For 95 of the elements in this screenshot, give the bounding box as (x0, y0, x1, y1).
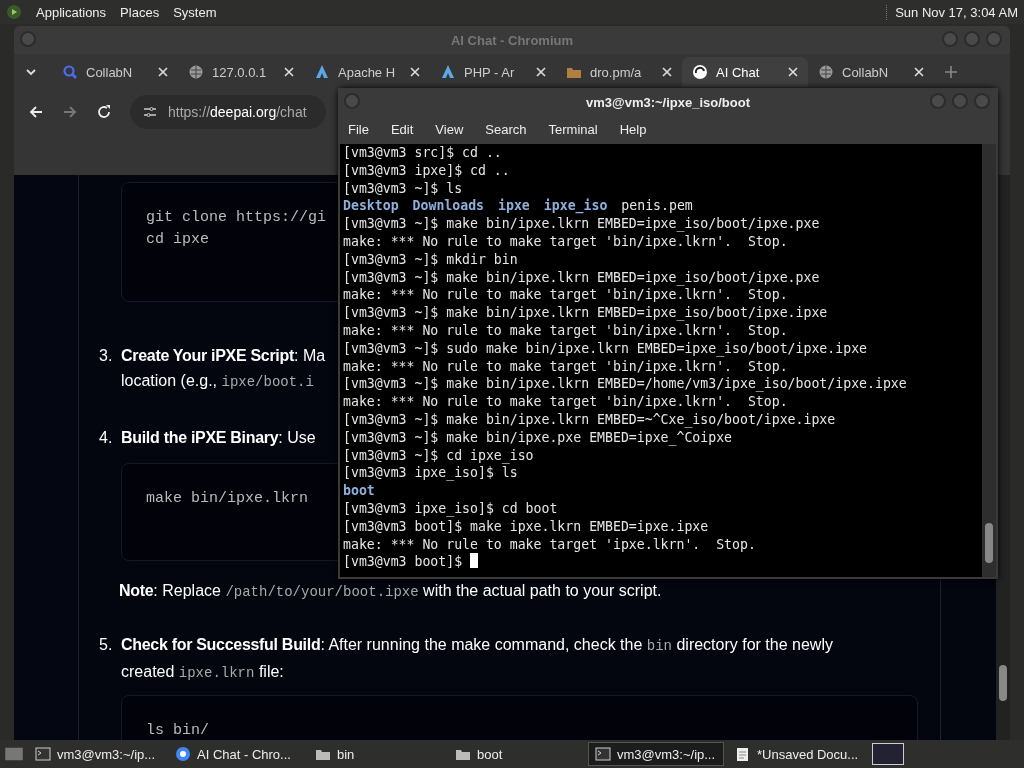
reload-icon[interactable] (96, 104, 112, 120)
close-icon[interactable] (662, 67, 672, 77)
taskbar-item[interactable]: *Unsaved Docu... (728, 742, 864, 766)
close-icon[interactable] (410, 67, 420, 77)
paragraph-line: Check for Successful Build: After running the make command, check the bin directory for the newly (121, 635, 833, 656)
list-number: 5. (99, 635, 114, 655)
terminal-line: make: *** No rule to make target 'bin/ipxe.lkrn'. Stop. (343, 286, 789, 305)
terminal-line: [vm3@vm3 src]$ cd .. (343, 144, 503, 162)
address-bar[interactable]: https://deepai.org/chat (130, 95, 326, 129)
terminal-icon (35, 746, 51, 762)
menu-item[interactable]: File (348, 121, 369, 137)
search-icon (62, 64, 78, 80)
site-settings-icon (142, 104, 158, 120)
terminal-icon (595, 746, 611, 762)
browser-tab[interactable]: CollabN (808, 57, 934, 87)
scrollbar[interactable] (996, 175, 1010, 740)
window-title: AI Chat - Chromium (450, 32, 574, 48)
logo-icon (6, 4, 22, 20)
back-icon[interactable] (28, 104, 44, 120)
terminal-line: [vm3@vm3 ipxe_iso]$ ls (343, 464, 519, 483)
url-text: https://deepai.org/chat (168, 104, 307, 120)
menu-item[interactable]: Terminal (548, 121, 598, 137)
globe-icon (818, 64, 834, 80)
close-icon[interactable] (914, 67, 924, 77)
browser-tab[interactable]: Apache H (304, 57, 430, 87)
terminal-line: [vm3@vm3 ~]$ ls (343, 179, 464, 198)
terminal-line: make: *** No rule to make target 'bin/ipxe.lkrn'. Stop. (343, 357, 789, 376)
cursor (470, 553, 479, 569)
terminal-prompt: [vm3@vm3 boot]$ (343, 553, 464, 572)
browser-tab[interactable]: CollabN (52, 57, 178, 87)
terminal-line: [vm3@vm3 ~]$ sudo make bin/ipxe.lkrn EMBED=ipxe_iso/boot/ipxe.ipxe (343, 339, 868, 358)
menu-item[interactable]: Edit (390, 121, 414, 137)
terminal-line: make: *** No rule to make target 'bin/ipxe.lkrn'. Stop. (343, 393, 789, 411)
terminal-line: make: *** No rule to make target 'ipxe.lkrn'. Stop. (343, 535, 757, 554)
terminal-line: [vm3@vm3 ~]$ cd ipxe_iso (343, 446, 535, 465)
scrollbar[interactable] (982, 144, 996, 577)
browser-tab[interactable]: dro.pm/a (556, 57, 682, 87)
close-icon[interactable] (788, 67, 798, 77)
clock[interactable]: Sun Nov 17, 3:04 AM (886, 4, 1018, 20)
panel-menu[interactable]: System (173, 4, 217, 20)
code-line: git clone https://gi (146, 208, 327, 228)
terminal-line: [vm3@vm3 boot]$ make ipxe.lkrn EMBED=ipxe.ipxe (343, 517, 710, 536)
terminal-line: [vm3@vm3 ~]$ make bin/ipxe.lkrn EMBED=ipxe_iso/boot/ipxe.ipxe (343, 304, 829, 322)
close-icon[interactable] (536, 67, 546, 77)
taskbar-item[interactable]: boot (448, 742, 584, 766)
close-icon[interactable] (158, 67, 168, 77)
terminal-line: [vm3@vm3 ~]$ make bin/ipxe.pxe EMBED=ipxe_^Coipxe (343, 428, 734, 447)
taskbar-item[interactable]: bin (308, 742, 444, 766)
paragraph-line: location (e.g., ipxe/boot.i (121, 371, 315, 392)
terminal-line: [vm3@vm3 ~]$ mkdir bin (343, 250, 519, 269)
browser-tab[interactable]: AI Chat (682, 57, 808, 87)
window-title: vm3@vm3:~/ipxe_iso/boot (585, 94, 750, 110)
menu-item[interactable]: Search (485, 121, 527, 137)
globe-icon (188, 64, 204, 80)
terminal-line: [vm3@vm3 ~]$ make bin/ipxe.lkrn EMBED=/home/vm3/ipxe_iso/boot/ipxe.ipxe (343, 375, 908, 394)
feather-icon (314, 64, 330, 80)
file-name: ipxe_iso (543, 197, 608, 216)
file-name: boot (343, 482, 375, 500)
browser-tab[interactable]: 127.0.0.1 (178, 57, 304, 87)
paragraph-line: Create Your iPXE Script: Ma (121, 346, 326, 366)
code-line: ls bin/ (146, 721, 209, 740)
taskbar-item[interactable]: vm3@vm3:~/ip... (28, 742, 164, 766)
taskbar-item[interactable]: AI Chat - Chro... (168, 742, 304, 766)
paragraph-line: created ipxe.lkrn file: (121, 662, 285, 683)
terminal-line: [vm3@vm3 ~]$ make bin/ipxe.lkrn EMBED=ipxe_iso/boot/ipxe.pxe (343, 268, 821, 287)
terminal-line: [vm3@vm3 ipxe]$ cd .. (343, 161, 511, 180)
close-icon[interactable] (284, 67, 294, 77)
menu-item[interactable]: View (435, 121, 464, 137)
taskbar-item[interactable]: vm3@vm3:~/ip... (588, 742, 724, 766)
paragraph-line: Build the iPXE Binary: Use (121, 428, 316, 448)
code-line: make bin/ipxe.lkrn (146, 489, 309, 509)
notepad-icon (735, 746, 751, 762)
terminal-line: [vm3@vm3 ~]$ make bin/ipxe.lkrn EMBED=ipxe_iso/boot/ipxe.pxe (343, 215, 821, 233)
panel-menu[interactable]: Applications (36, 4, 107, 20)
file-name: ipxe (498, 197, 530, 216)
browser-icon (175, 746, 191, 762)
terminal-line: make: *** No rule to make target 'bin/ipxe.lkrn'. Stop. (343, 321, 789, 340)
plus-icon[interactable] (944, 65, 958, 79)
panel-menu[interactable]: Places (120, 4, 160, 20)
terminal-line: [vm3@vm3 ipxe_iso]$ cd boot (343, 499, 559, 518)
feather-icon (440, 64, 456, 80)
file-name: Desktop (343, 197, 399, 216)
terminal-line: make: *** No rule to make target 'bin/ipxe.lkrn'. Stop. (343, 233, 789, 251)
browser-tab[interactable]: PHP - Ar (430, 57, 556, 87)
list-number: 4. (99, 428, 114, 448)
file-name: penis.pem (621, 197, 693, 216)
list-number: 3. (99, 346, 114, 366)
workspace-switcher[interactable] (872, 743, 904, 765)
paragraph-line: Note: Replace /path/to/your/boot.ipxe with the actual path to your script. (119, 581, 662, 602)
swirl-icon (692, 64, 708, 80)
code-line: cd ipxe (146, 230, 209, 250)
menu-item[interactable]: Help (619, 121, 647, 137)
forward-icon[interactable] (62, 104, 78, 120)
file-name: Downloads (412, 197, 485, 216)
terminal-line: [vm3@vm3 ~]$ make bin/ipxe.lkrn EMBED=~^Cxe_iso/boot/ipxe.ipxe (343, 410, 837, 429)
